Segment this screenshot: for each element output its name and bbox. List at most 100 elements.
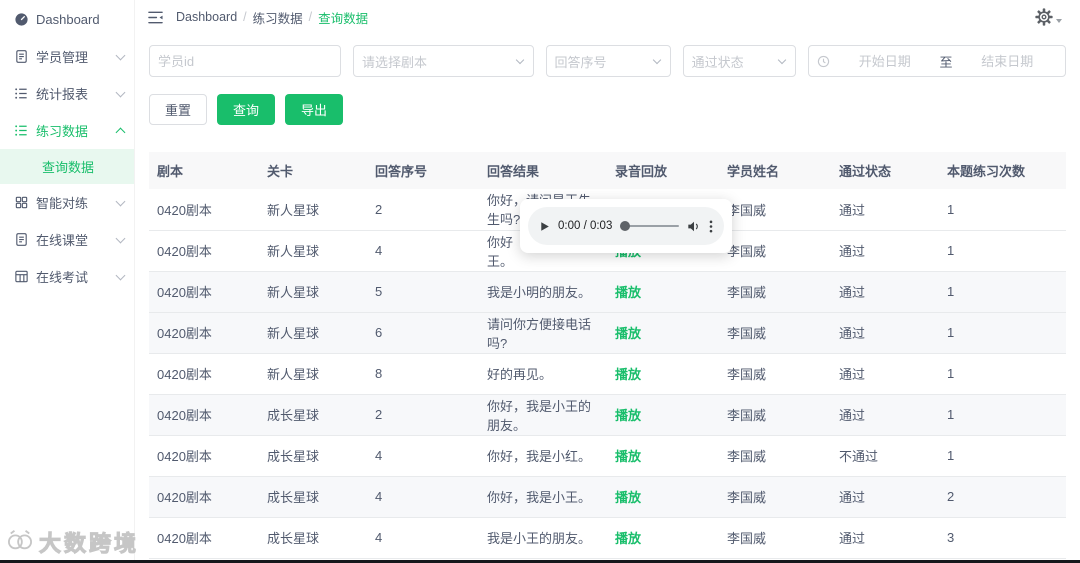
script-select[interactable]: 请选择剧本 <box>353 45 534 77</box>
table-row[interactable]: 0420剧本 新人星球 6 请问你方便接电话吗? 播放 李国威 通过 1 <box>149 312 1066 354</box>
practice-icon <box>14 123 29 138</box>
column-header: 回答结果 <box>479 152 607 189</box>
table-header-row: 剧本 关卡 回答序号 回答结果 录音回放 学员姓名 通过状态 本题练习次数 <box>149 152 1066 189</box>
sidebar-item-label: 学员管理 <box>36 50 89 65</box>
cell-audio-playback: 播放 <box>607 312 719 354</box>
sidebar-item[interactable]: 统计报表 <box>0 75 134 112</box>
table-row[interactable]: 0420剧本 成长星球 2 你好，我是小王的朋友。 播放 李国威 通过 1 <box>149 394 1066 436</box>
sidebar-item-label: 智能对练 <box>36 196 89 211</box>
chevron-down-icon <box>115 50 126 60</box>
cell-answer-seq: 2 <box>367 394 479 436</box>
table-row[interactable]: 0420剧本 成长星球 4 你好，我是小王。 播放 李国威 通过 2 <box>149 476 1066 518</box>
audio-seek-slider[interactable] <box>620 221 679 231</box>
cell-pass-status: 通过 <box>831 394 939 436</box>
student-id-input[interactable] <box>149 45 341 77</box>
cell-script: 0420剧本 <box>149 271 259 313</box>
end-date-input[interactable] <box>957 53 1058 69</box>
chevron-down-icon[interactable] <box>1056 19 1062 23</box>
cell-student-name: 李国威 <box>719 189 831 231</box>
play-link[interactable]: 播放 <box>615 490 641 505</box>
play-link[interactable]: 播放 <box>615 449 641 464</box>
table-row[interactable]: 0420剧本 新人星球 8 好的再见。 播放 李国威 通过 1 <box>149 353 1066 395</box>
cell-pass-status: 通过 <box>831 312 939 354</box>
cell-audio-playback: 播放 <box>607 353 719 395</box>
sidebar-subitem-label: 查询数据 <box>42 160 95 175</box>
cell-answer-seq: 2 <box>367 189 479 231</box>
date-range-picker[interactable]: 至 <box>808 45 1066 77</box>
students-icon <box>14 49 29 64</box>
breadcrumb-item[interactable]: 练习数据 <box>253 8 303 27</box>
clock-icon <box>817 55 830 68</box>
kebab-menu-icon[interactable] <box>709 220 713 233</box>
content-area: 请选择剧本 回答序号 通过状态 至 <box>135 34 1080 563</box>
audio-player: 0:00 / 0:03 <box>528 207 724 245</box>
play-link[interactable]: 播放 <box>615 326 641 341</box>
topbar-actions <box>1035 8 1062 26</box>
cell-practice-count: 1 <box>939 230 1066 272</box>
cell-pass-status: 不通过 <box>831 435 939 477</box>
table-row[interactable]: 0420剧本 成长星球 4 你好，我是小红。 播放 李国威 不通过 1 <box>149 435 1066 477</box>
cell-student-name: 李国威 <box>719 476 831 518</box>
pass-status-select[interactable]: 通过状态 <box>682 45 796 77</box>
cell-student-name: 李国威 <box>719 394 831 436</box>
reset-button[interactable]: 重置 <box>149 94 208 125</box>
sidebar-item-label: 在线考试 <box>36 270 89 285</box>
audio-player-popup: 0:00 / 0:03 <box>520 199 732 253</box>
volume-icon[interactable] <box>687 220 701 233</box>
play-link[interactable]: 播放 <box>615 531 641 546</box>
export-button[interactable]: 导出 <box>285 94 344 125</box>
play-link[interactable]: 播放 <box>615 408 641 423</box>
breadcrumb: Dashboard / 练习数据 / 查询数据 <box>176 8 1035 27</box>
cell-student-name: 李国威 <box>719 435 831 477</box>
sidebar-item[interactable]: 学员管理 <box>0 38 134 75</box>
cell-answer-result: 你好，我是小王的朋友。 <box>479 394 607 436</box>
sidebar-item[interactable]: 在线课堂 <box>0 221 134 258</box>
chevron-down-icon <box>652 55 661 65</box>
cell-audio-playback: 播放 <box>607 435 719 477</box>
column-header: 关卡 <box>259 152 367 189</box>
breadcrumb-item[interactable]: Dashboard <box>176 10 237 24</box>
cell-answer-result: 好的再见。 <box>479 353 607 395</box>
cell-audio-playback: 播放 <box>607 394 719 436</box>
online-class-icon <box>14 232 29 247</box>
cell-practice-count: 3 <box>939 517 1066 559</box>
play-link[interactable]: 播放 <box>615 367 641 382</box>
breadcrumb-item[interactable]: 查询数据 <box>318 8 368 27</box>
cell-practice-count: 1 <box>939 353 1066 395</box>
chevron-down-icon <box>115 87 126 97</box>
report-icon <box>14 86 29 101</box>
breadcrumb-separator: / <box>308 10 313 24</box>
query-button[interactable]: 查询 <box>217 94 276 125</box>
main-area: Dashboard / 练习数据 / 查询数据 学员id 请选择剧本 回答序号 … <box>135 0 1080 563</box>
audio-time: 0:00 / 0:03 <box>558 220 613 232</box>
sidebar-item[interactable]: 在线考试 <box>0 258 134 295</box>
cell-student-name: 李国威 <box>719 230 831 272</box>
audio-play-button[interactable] <box>539 221 550 232</box>
column-header: 录音回放 <box>607 152 719 189</box>
audio-seek-thumb[interactable] <box>620 221 631 231</box>
column-header: 学员姓名 <box>719 152 831 189</box>
collapse-menu-icon[interactable] <box>147 10 164 25</box>
table-row[interactable]: 0420剧本 成长星球 4 我是小王的朋友。 播放 李国威 通过 3 <box>149 517 1066 559</box>
cell-script: 0420剧本 <box>149 435 259 477</box>
answer-seq-placeholder: 回答序号 <box>554 54 607 70</box>
answer-seq-select[interactable]: 回答序号 <box>545 45 671 77</box>
column-header: 剧本 <box>149 152 259 189</box>
table-row[interactable]: 0420剧本 新人星球 5 我是小明的朋友。 播放 李国威 通过 1 <box>149 271 1066 313</box>
sidebar-item-label: 统计报表 <box>36 87 89 102</box>
play-link[interactable]: 播放 <box>615 285 641 300</box>
cell-script: 0420剧本 <box>149 189 259 231</box>
cell-script: 0420剧本 <box>149 230 259 272</box>
gear-icon[interactable] <box>1035 8 1053 26</box>
start-date-input[interactable] <box>835 53 935 69</box>
sidebar-subitem[interactable]: 查询数据 <box>0 149 134 184</box>
cell-audio-playback: 播放 <box>607 271 719 313</box>
cell-answer-result: 我是小明的朋友。 <box>479 271 607 313</box>
sidebar-item-label: 练习数据 <box>36 124 89 139</box>
cell-audio-playback: 播放 <box>607 517 719 559</box>
sidebar-item[interactable]: Dashboard <box>0 1 134 38</box>
sidebar-item[interactable]: 智能对练 <box>0 184 134 221</box>
sidebar-item[interactable]: 练习数据 <box>0 112 134 149</box>
cell-student-name: 李国威 <box>719 271 831 313</box>
cell-student-name: 李国威 <box>719 312 831 354</box>
